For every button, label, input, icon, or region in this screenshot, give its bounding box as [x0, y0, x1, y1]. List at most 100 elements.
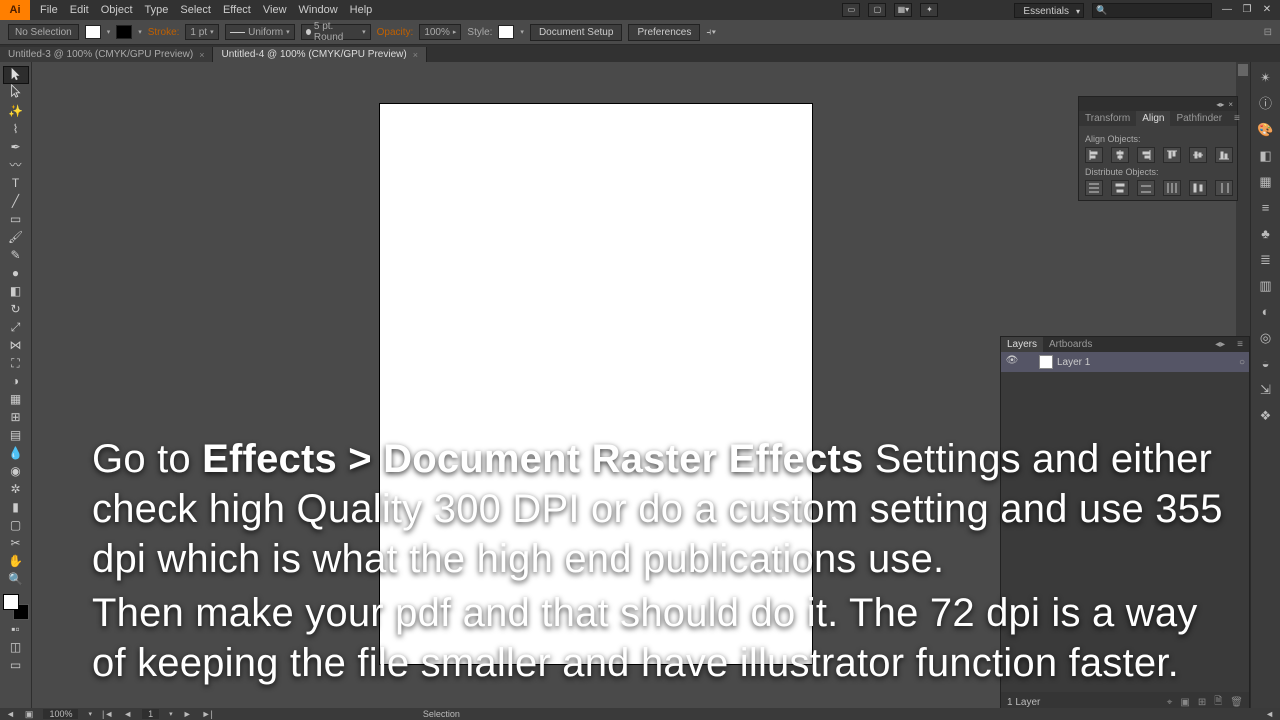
color-mode-icon[interactable]: ▪▫	[3, 620, 29, 638]
menu-help[interactable]: Help	[350, 4, 373, 16]
pencil-tool[interactable]: ✎	[3, 246, 29, 264]
rotate-tool[interactable]: ↻	[3, 300, 29, 318]
type-tool[interactable]: T	[3, 174, 29, 192]
arrange-doc-icon[interactable]: ▭	[842, 3, 860, 17]
close-icon[interactable]: ×	[199, 50, 204, 60]
hscroll-left-icon[interactable]: ◄	[1265, 709, 1274, 719]
column-graph-tool[interactable]: ▮	[3, 498, 29, 516]
color-icon[interactable]: 🎨	[1256, 120, 1276, 140]
artboard-number[interactable]: 1	[142, 709, 159, 719]
next-artboard-icon[interactable]: ►	[183, 709, 192, 719]
layers-icon[interactable]: ❖	[1256, 406, 1276, 426]
search-input[interactable]: 🔍	[1092, 3, 1212, 18]
mesh-tool[interactable]: ⊞	[3, 408, 29, 426]
menu-window[interactable]: Window	[299, 4, 338, 16]
prev-artboard-icon[interactable]: ◄	[123, 709, 132, 719]
appearance-icon[interactable]: ◎	[1256, 328, 1276, 348]
layer-row[interactable]: 👁 Layer 1 ○	[1001, 352, 1249, 372]
panel-collapse-icon[interactable]: ◂▸	[1216, 100, 1224, 109]
tab-transform[interactable]: Transform	[1079, 111, 1136, 126]
stroke-profile-select[interactable]: Uniform▾	[225, 24, 295, 40]
symbols-icon[interactable]: ♣	[1256, 224, 1276, 244]
locate-layer-icon[interactable]: ⌖	[1167, 697, 1173, 708]
paintbrush-tool[interactable]: 🖌	[3, 228, 29, 246]
doc-tab-1[interactable]: Untitled-3 @ 100% (CMYK/GPU Preview) ×	[0, 47, 213, 62]
gradient-icon[interactable]: ▥	[1256, 276, 1276, 296]
status-export-icon[interactable]: ▣	[25, 709, 34, 720]
close-icon[interactable]: ×	[413, 50, 418, 60]
menu-view[interactable]: View	[263, 4, 287, 16]
info-icon[interactable]: ⓘ	[1256, 94, 1276, 114]
align-to-icon[interactable]: ⫞▾	[706, 27, 716, 38]
hand-tool[interactable]: ✋	[3, 552, 29, 570]
shape-builder-tool[interactable]: ◑	[3, 372, 29, 390]
eraser-tool[interactable]: ◧	[3, 282, 29, 300]
fill-stroke-swatches[interactable]	[3, 594, 29, 620]
grid-icon[interactable]: ▦▾	[894, 3, 912, 17]
align-hcenter-icon[interactable]	[1111, 147, 1129, 163]
distribute-bottom-icon[interactable]	[1137, 180, 1155, 196]
slice-tool[interactable]: ✂	[3, 534, 29, 552]
doc-tab-2[interactable]: Untitled-4 @ 100% (CMYK/GPU Preview) ×	[213, 47, 426, 62]
screen-mode-icon[interactable]: ▢	[868, 3, 886, 17]
transparency-icon[interactable]: ◐	[1256, 302, 1276, 322]
menu-select[interactable]: Select	[180, 4, 211, 16]
visibility-icon[interactable]: 👁	[1005, 355, 1019, 369]
screen-mode-icon[interactable]: ▭	[3, 656, 29, 674]
pen-tool[interactable]: ✒	[3, 138, 29, 156]
draw-mode-icon[interactable]: ◫	[3, 638, 29, 656]
align-bottom-icon[interactable]	[1215, 147, 1233, 163]
brushes-icon[interactable]: ≡	[1256, 198, 1276, 218]
gpu-icon[interactable]: ✦	[920, 3, 938, 17]
last-artboard-icon[interactable]: ►|	[202, 709, 213, 719]
target-icon[interactable]: ○	[1239, 357, 1245, 368]
stroke-swatch[interactable]	[116, 25, 132, 39]
tab-pathfinder[interactable]: Pathfinder	[1170, 111, 1228, 126]
menu-effect[interactable]: Effect	[223, 4, 251, 16]
color-guide-icon[interactable]: ◧	[1256, 146, 1276, 166]
zoom-tool[interactable]: 🔍	[3, 570, 29, 588]
selection-tool[interactable]	[3, 66, 29, 84]
gradient-tool[interactable]: ▤	[3, 426, 29, 444]
artboard-tool[interactable]: ▢	[3, 516, 29, 534]
zoom-level[interactable]: 100%	[43, 709, 78, 719]
style-swatch[interactable]	[498, 25, 514, 39]
menu-type[interactable]: Type	[145, 4, 169, 16]
graphic-styles-icon[interactable]: ◒	[1256, 354, 1276, 374]
line-tool[interactable]: ╱	[3, 192, 29, 210]
new-sublayer-icon[interactable]: ⊞	[1198, 697, 1206, 708]
maximize-button[interactable]: ❐	[1240, 3, 1254, 17]
direct-selection-tool[interactable]	[3, 84, 29, 102]
width-tool[interactable]: ⋈	[3, 336, 29, 354]
close-button[interactable]: ✕	[1260, 3, 1274, 17]
opacity-input[interactable]: 100%▸	[419, 24, 461, 40]
tab-layers[interactable]: Layers	[1001, 337, 1043, 352]
distribute-left-icon[interactable]	[1163, 180, 1181, 196]
lasso-tool[interactable]: ⌇	[3, 120, 29, 138]
symbol-sprayer-tool[interactable]: ✲	[3, 480, 29, 498]
tab-align[interactable]: Align	[1136, 111, 1170, 126]
curvature-tool[interactable]: 〰	[3, 156, 29, 174]
free-transform-tool[interactable]: ⛶	[3, 354, 29, 372]
align-top-icon[interactable]	[1163, 147, 1181, 163]
status-nav-prev-icon[interactable]: ◄	[6, 709, 15, 719]
menu-file[interactable]: File	[40, 4, 58, 16]
align-left-icon[interactable]	[1085, 147, 1103, 163]
distribute-right-icon[interactable]	[1215, 180, 1233, 196]
asset-export-icon[interactable]: ⇲	[1256, 380, 1276, 400]
eyedropper-tool[interactable]: 💧	[3, 444, 29, 462]
delete-layer-icon[interactable]: 🗑	[1230, 697, 1243, 708]
distribute-hcenter-icon[interactable]	[1189, 180, 1207, 196]
tab-artboards[interactable]: Artboards	[1043, 337, 1098, 352]
first-artboard-icon[interactable]: |◄	[102, 709, 113, 719]
minimize-button[interactable]: —	[1220, 3, 1234, 17]
blob-brush-tool[interactable]: ●	[3, 264, 29, 282]
clip-mask-icon[interactable]: ▣	[1180, 697, 1189, 708]
panel-menu-icon[interactable]: ≡	[1231, 337, 1249, 352]
menu-edit[interactable]: Edit	[70, 4, 89, 16]
swatches-icon[interactable]: ▦	[1256, 172, 1276, 192]
preferences-button[interactable]: Preferences	[628, 24, 700, 41]
fill-color-icon[interactable]	[3, 594, 19, 610]
document-setup-button[interactable]: Document Setup	[530, 24, 623, 41]
collapse-options-icon[interactable]: ⊟	[1264, 27, 1272, 38]
